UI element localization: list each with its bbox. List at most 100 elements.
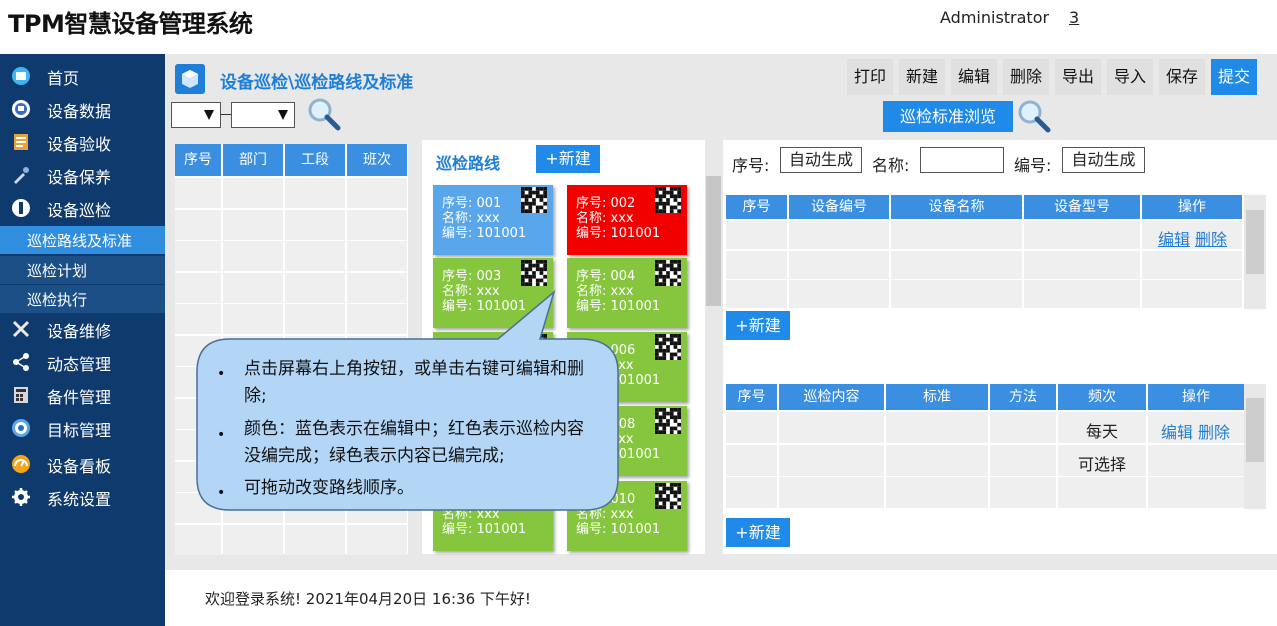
column-header[interactable]: 序号 bbox=[175, 144, 221, 176]
table-cell[interactable] bbox=[1148, 477, 1244, 508]
table-cell[interactable] bbox=[175, 430, 221, 460]
table-cell[interactable] bbox=[990, 477, 1056, 508]
column-header[interactable]: 标准 bbox=[886, 384, 988, 410]
sidebar-subitem-route-standard[interactable]: 巡检路线及标准 bbox=[0, 226, 165, 254]
table-cell[interactable] bbox=[285, 178, 345, 208]
add-content-button[interactable]: +新建 bbox=[726, 518, 790, 547]
route-card[interactable]: 序号: 004 名称: xxx 编号: 101001 bbox=[567, 258, 687, 328]
sidebar-item-dashboard[interactable]: 设备看板 bbox=[0, 448, 165, 480]
table-cell[interactable] bbox=[726, 477, 777, 508]
table-cell[interactable] bbox=[1024, 280, 1140, 308]
new-button[interactable]: 新建 bbox=[899, 59, 945, 95]
table-cell[interactable] bbox=[726, 444, 777, 476]
column-header[interactable]: 巡检内容 bbox=[779, 384, 884, 410]
table-cell[interactable] bbox=[285, 304, 345, 334]
import-button[interactable]: 导入 bbox=[1107, 59, 1153, 95]
table-cell[interactable] bbox=[175, 461, 221, 492]
column-header[interactable]: 工段 bbox=[285, 144, 345, 176]
sidebar-item-spare-parts[interactable]: 备件管理 bbox=[0, 379, 165, 411]
delete-button[interactable]: 删除 bbox=[1003, 59, 1049, 95]
browse-standards-button[interactable]: 巡检标准浏览 bbox=[883, 101, 1013, 132]
table-cell[interactable] bbox=[779, 412, 884, 443]
column-header[interactable]: 班次 bbox=[347, 144, 407, 176]
sidebar-item-equipment-data[interactable]: 设备数据 bbox=[0, 93, 165, 125]
table-cell[interactable] bbox=[175, 272, 221, 303]
table-cell[interactable] bbox=[175, 335, 221, 366]
column-header[interactable]: 序号 bbox=[726, 384, 777, 410]
table-cell[interactable] bbox=[886, 412, 988, 443]
submit-button[interactable]: 提交 bbox=[1211, 59, 1257, 95]
table-cell[interactable] bbox=[726, 280, 787, 308]
search-icon[interactable] bbox=[306, 96, 342, 132]
table-cell[interactable] bbox=[285, 209, 345, 240]
column-header[interactable]: 设备型号 bbox=[1024, 195, 1140, 219]
notification-count[interactable]: 3 bbox=[1069, 8, 1079, 27]
table-cell[interactable] bbox=[779, 444, 884, 476]
table-cell[interactable] bbox=[175, 241, 221, 271]
equipment-delete-link[interactable]: 删除 bbox=[1195, 226, 1227, 250]
filter-select-2[interactable] bbox=[231, 102, 295, 128]
table-cell[interactable] bbox=[891, 280, 1022, 308]
add-route-button[interactable]: +新建 bbox=[536, 145, 600, 173]
table-cell[interactable] bbox=[285, 524, 345, 555]
table-cell[interactable] bbox=[1024, 221, 1140, 249]
table-cell[interactable] bbox=[347, 178, 407, 208]
sidebar-item-targets[interactable]: 目标管理 bbox=[0, 412, 165, 444]
print-button[interactable]: 打印 bbox=[847, 59, 893, 95]
table-cell[interactable] bbox=[175, 209, 221, 240]
column-header[interactable]: 序号 bbox=[726, 195, 787, 219]
table-cell[interactable] bbox=[1024, 250, 1140, 279]
column-header[interactable]: 操作 bbox=[1148, 384, 1244, 410]
route-card[interactable]: 序号: 003 名称: xxx 编号: 101001 bbox=[433, 258, 553, 328]
table-cell[interactable] bbox=[1142, 280, 1242, 308]
table-cell[interactable] bbox=[891, 250, 1022, 279]
table-cell[interactable] bbox=[789, 280, 889, 308]
sidebar-item-maintenance[interactable]: 设备保养 bbox=[0, 159, 165, 191]
equipment-edit-link[interactable]: 编辑 bbox=[1158, 226, 1190, 250]
table-cell[interactable] bbox=[175, 367, 221, 397]
table-cell[interactable] bbox=[223, 272, 283, 303]
table-cell[interactable] bbox=[175, 524, 221, 555]
table-cell[interactable] bbox=[223, 241, 283, 271]
save-button[interactable]: 保存 bbox=[1159, 59, 1205, 95]
sidebar-subitem-execution[interactable]: 巡检执行 bbox=[0, 285, 165, 313]
column-header[interactable]: 设备编号 bbox=[789, 195, 889, 219]
column-header[interactable]: 操作 bbox=[1142, 195, 1242, 219]
sidebar-item-inspection[interactable]: 设备巡检 bbox=[0, 192, 165, 224]
table-cell[interactable] bbox=[347, 524, 407, 555]
table-cell[interactable] bbox=[223, 178, 283, 208]
sidebar-subitem-plan[interactable]: 巡检计划 bbox=[0, 256, 165, 284]
table-cell[interactable] bbox=[347, 241, 407, 271]
sidebar-item-dynamic[interactable]: 动态管理 bbox=[0, 346, 165, 378]
table-cell[interactable] bbox=[285, 241, 345, 271]
table-cell[interactable] bbox=[726, 412, 777, 443]
sidebar-item-acceptance[interactable]: 设备验收 bbox=[0, 126, 165, 158]
route-card[interactable]: 序号: 001 名称: xxx 编号: 101001 bbox=[433, 185, 553, 255]
edit-button[interactable]: 编辑 bbox=[951, 59, 997, 95]
export-button[interactable]: 导出 bbox=[1055, 59, 1101, 95]
table-cell[interactable] bbox=[990, 412, 1056, 443]
route-scrollbar-thumb[interactable] bbox=[706, 176, 721, 306]
table-cell[interactable] bbox=[886, 477, 988, 508]
column-header[interactable]: 频次 bbox=[1058, 384, 1146, 410]
table-cell[interactable] bbox=[891, 221, 1022, 249]
user-name[interactable]: Administrator bbox=[940, 8, 1049, 27]
table-cell[interactable] bbox=[726, 221, 787, 249]
table-cell[interactable] bbox=[223, 209, 283, 240]
table-cell[interactable] bbox=[726, 250, 787, 279]
table-cell[interactable] bbox=[886, 444, 988, 476]
route-card[interactable]: 序号: 002 名称: xxx 编号: 101001 bbox=[567, 185, 687, 255]
table-cell[interactable] bbox=[779, 477, 884, 508]
column-header[interactable]: 方法 bbox=[990, 384, 1056, 410]
table-cell[interactable] bbox=[175, 493, 221, 523]
sidebar-item-settings[interactable]: 系统设置 bbox=[0, 481, 165, 513]
table-cell[interactable] bbox=[1142, 250, 1242, 279]
table-cell[interactable] bbox=[285, 272, 345, 303]
table-cell[interactable] bbox=[175, 178, 221, 208]
table-cell[interactable] bbox=[347, 272, 407, 303]
table-cell[interactable] bbox=[175, 398, 221, 429]
table-cell[interactable] bbox=[1148, 444, 1244, 476]
table-cell[interactable] bbox=[223, 524, 283, 555]
table-cell[interactable] bbox=[990, 444, 1056, 476]
seq-field[interactable]: 自动生成 bbox=[780, 147, 862, 173]
